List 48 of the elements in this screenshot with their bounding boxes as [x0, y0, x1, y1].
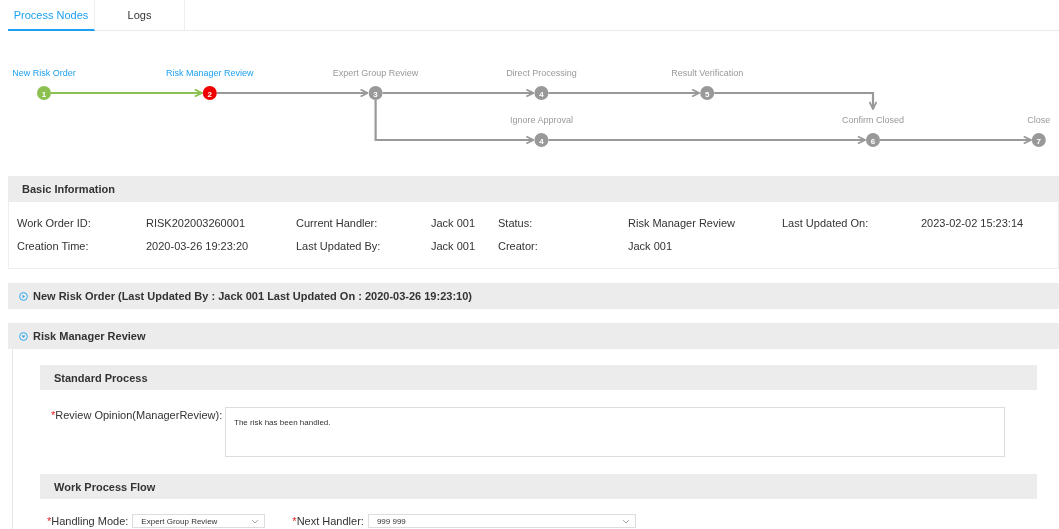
field-label: Last Updated By:	[296, 240, 382, 252]
section-header[interactable]: New Risk Order (Last Updated By : Jack 001 Last Updated On : 2020-03-26 19:23:10)	[8, 283, 1059, 309]
field-label: *Handling Mode:	[47, 515, 129, 527]
section-title: Risk Manager Review	[33, 330, 146, 342]
field-label: Last Updated On:	[782, 217, 870, 229]
expanded-icon[interactable]	[19, 331, 28, 341]
field-label: Creation Time:	[17, 240, 90, 252]
step-label: Ignore Approval	[509, 115, 573, 125]
field-value: 2020-03-26 19:23:20	[146, 240, 250, 252]
step-node: 4	[534, 86, 549, 100]
field-label: Current Handler:	[296, 217, 379, 229]
field-value: Jack 001	[431, 217, 477, 229]
collapsed-icon[interactable]	[19, 291, 28, 301]
step-node: 4	[534, 133, 549, 147]
dropdown[interactable]: Expert Group Review	[132, 514, 266, 528]
step-node: 7	[1031, 133, 1046, 147]
field-label: Status:	[498, 217, 534, 229]
field-value: Jack 001	[628, 240, 674, 252]
dropdown[interactable]: 999 999	[367, 514, 636, 528]
step-label: Direct Processing	[506, 68, 577, 78]
step-node: 6	[866, 133, 880, 147]
section-header[interactable]: Risk Manager Review	[8, 323, 1059, 349]
step-node: 5	[700, 86, 715, 100]
section-title: Work Process Flow	[54, 480, 156, 493]
step-label: Result Verification	[671, 68, 744, 78]
text-area[interactable]: The risk has been handled.	[225, 407, 1005, 457]
step-label: New Risk Order	[12, 68, 76, 78]
field-label: Work Order ID:	[17, 217, 92, 229]
step-label: Expert Group Review	[332, 68, 419, 78]
field-value: Jack 001	[431, 240, 477, 252]
step-label: Close	[1027, 115, 1051, 125]
field-label: *Next Handler:	[292, 515, 364, 527]
step-node: 3	[368, 86, 383, 100]
step-node: 2	[202, 86, 217, 100]
step-label: Confirm Closed	[842, 115, 904, 125]
section-title: Standard Process	[54, 371, 148, 384]
section-title: Basic Information	[22, 183, 115, 195]
caret-icon	[251, 518, 260, 524]
field-label: Creator:	[498, 240, 539, 252]
field-value: Risk Manager Review	[628, 217, 736, 229]
step-label: Risk Manager Review	[166, 68, 254, 78]
step-node: 1	[37, 86, 51, 100]
tab[interactable]: Logs	[95, 0, 185, 30]
field-value: 2023-02-02 15:23:14	[921, 217, 1025, 229]
field-label: *Review Opinion(ManagerReview):	[51, 408, 224, 421]
caret-icon	[621, 518, 630, 524]
section-title: New Risk Order (Last Updated By : Jack 001 Last Updated On : 2020-03-26 19:23:10)	[33, 290, 472, 302]
field-value: RISK202003260001	[146, 217, 247, 229]
